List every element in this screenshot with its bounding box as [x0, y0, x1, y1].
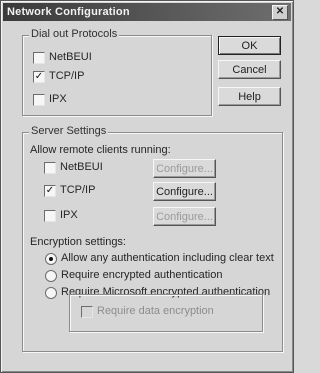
server-netbeui-checkbox[interactable] [44, 162, 56, 174]
tcpip-configure-button[interactable]: Configure... [153, 182, 216, 201]
dialout-ipx-label[interactable]: IPX [49, 93, 67, 105]
network-configuration-dialog: Network Configuration ✕ Dial out Protoco… [0, 0, 294, 373]
close-icon[interactable]: ✕ [272, 5, 288, 20]
encryption-settings-label: Encryption settings: [30, 236, 126, 248]
window-title: Network Configuration [7, 6, 130, 18]
require-encrypted-auth-label[interactable]: Require encrypted authentication [61, 269, 222, 281]
dialout-ipx-checkbox[interactable] [33, 94, 45, 106]
ok-button[interactable]: OK [218, 36, 281, 55]
dialout-netbeui-checkbox[interactable] [33, 52, 45, 64]
cancel-button[interactable]: Cancel [218, 60, 281, 79]
require-encrypted-auth-radio[interactable] [45, 270, 57, 282]
title-bar[interactable]: Network Configuration ✕ [3, 3, 291, 21]
allow-any-auth-label[interactable]: Allow any authentication including clear… [61, 252, 274, 264]
server-netbeui-label[interactable]: NetBEUI [60, 161, 103, 173]
server-ipx-checkbox[interactable] [44, 210, 56, 222]
server-group-label: Server Settings [29, 125, 109, 137]
server-tcpip-label[interactable]: TCP/IP [60, 184, 95, 196]
dialout-tcpip-label[interactable]: TCP/IP [49, 70, 84, 82]
allow-remote-label: Allow remote clients running: [30, 144, 171, 156]
netbeui-configure-button[interactable]: Configure... [153, 159, 216, 178]
server-ipx-label[interactable]: IPX [60, 209, 78, 221]
require-ms-encrypted-auth-radio[interactable] [45, 287, 57, 299]
dialout-tcpip-checkbox[interactable]: ✓ [33, 71, 45, 83]
dialout-netbeui-label[interactable]: NetBEUI [49, 51, 92, 63]
ipx-configure-button[interactable]: Configure... [153, 207, 216, 226]
help-button[interactable]: Help [218, 87, 281, 106]
require-data-encryption-label[interactable]: Require data encryption [97, 305, 214, 317]
require-data-encryption-checkbox[interactable] [81, 306, 93, 318]
dialout-group-label: Dial out Protocols [29, 28, 120, 40]
allow-any-auth-radio[interactable] [45, 253, 57, 265]
server-tcpip-checkbox[interactable]: ✓ [44, 185, 56, 197]
